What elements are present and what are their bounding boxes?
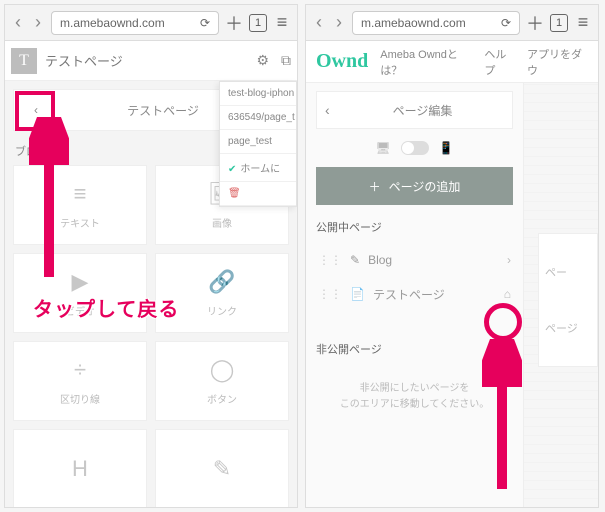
menu-icon[interactable]: ≡ <box>273 12 291 33</box>
new-tab-icon[interactable]: ＋ <box>526 10 544 36</box>
divider-icon: ÷ <box>74 357 86 383</box>
add-page-button[interactable]: ＋ ページの追加 <box>316 167 513 205</box>
tile-edit[interactable]: ✎ <box>155 429 289 508</box>
dropdown-delete[interactable]: 🗑 <box>220 182 296 206</box>
url-text: m.amebaownd.com <box>60 16 165 30</box>
trash-icon: 🗑 <box>228 188 241 199</box>
home-icon: ⌂ <box>504 287 511 301</box>
published-heading: 公開中ページ <box>316 219 513 235</box>
sidebar-title: ページ編集 <box>341 102 504 119</box>
nav-about[interactable]: Ameba Owndとは？ <box>380 46 472 78</box>
browser-chrome: ‹ › m.amebaownd.com ⟳ ＋ 1 ≡ <box>306 5 598 41</box>
annotation-arrow <box>482 339 522 499</box>
page-title: テストページ <box>45 51 248 70</box>
text-icon: ≡ <box>74 181 87 207</box>
link-icon: 🔗 <box>208 269 235 295</box>
dropdown-slug[interactable]: page_test <box>220 130 296 154</box>
tab-count[interactable]: 1 <box>550 14 568 32</box>
button-icon: ◯ <box>210 357 235 383</box>
heading-icon: H <box>72 456 88 482</box>
check-icon: ✔ <box>228 164 236 175</box>
page-icon: 📄 <box>350 287 365 301</box>
drag-icon[interactable]: ⋮⋮ <box>318 253 342 267</box>
device-toggle[interactable] <box>401 141 429 155</box>
nav-help[interactable]: ヘルプ <box>484 46 515 78</box>
browser-chrome: ‹ › m.amebaownd.com ⟳ ＋ 1 ≡ <box>5 5 297 41</box>
reload-icon[interactable]: ⟳ <box>200 16 210 30</box>
address-bar[interactable]: m.amebaownd.com ⟳ <box>352 11 520 35</box>
tile-heading[interactable]: H <box>13 429 147 508</box>
dropdown-home[interactable]: ✔ホームに <box>220 154 296 182</box>
preview-canvas: ペー ページ <box>524 83 598 507</box>
tab-count[interactable]: 1 <box>249 14 267 32</box>
block-grid: ≡テキスト 🖼画像 ▶ビデオ 🔗リンク ÷区切り線 ◯ボタン H ✎ <box>13 165 289 508</box>
tile-divider[interactable]: ÷区切り線 <box>13 341 147 421</box>
page-item-test[interactable]: ⋮⋮ 📄 テストページ ⌂ <box>316 277 513 311</box>
ownd-logo[interactable]: Ownd <box>316 50 368 73</box>
forward-icon[interactable]: › <box>332 12 346 33</box>
video-icon: ▶ <box>72 269 89 295</box>
page-type-icon: T <box>11 48 37 74</box>
sidebar-header: ‹ ページ編集 <box>316 91 513 129</box>
back-icon[interactable]: ‹ <box>312 12 326 33</box>
address-bar[interactable]: m.amebaownd.com ⟳ <box>51 11 219 35</box>
drag-icon[interactable]: ⋮⋮ <box>318 287 342 301</box>
sidebar: ‹ ページ編集 🖥 📱 ＋ ページの追加 公開中ページ ⋮⋮ ✎ Blog › … <box>306 83 524 507</box>
forward-icon[interactable]: › <box>31 12 45 33</box>
plus-icon: ＋ <box>369 178 381 195</box>
device-toggle-row: 🖥 📱 <box>316 141 513 155</box>
new-tab-icon[interactable]: ＋ <box>225 10 243 36</box>
editor-body: ‹ ページ編集 🖥 📱 ＋ ページの追加 公開中ページ ⋮⋮ ✎ Blog › … <box>306 83 598 507</box>
chevron-right-icon: › <box>507 253 511 267</box>
panel-back-button[interactable]: ‹ <box>24 98 48 122</box>
preview-card: ペー ページ <box>538 233 598 367</box>
dropdown-url1: test-blog-iphon <box>220 82 296 106</box>
page-header: T テストページ ⚙ ⧉ <box>5 41 297 81</box>
gear-icon[interactable]: ⚙ <box>256 52 269 69</box>
site-header: Ownd Ameba Owndとは？ ヘルプ アプリをダウ <box>306 41 598 83</box>
settings-dropdown: test-blog-iphon 636549/page_t page_test … <box>219 81 297 207</box>
annotation-text: タップして戻る <box>33 293 179 322</box>
reload-icon[interactable]: ⟳ <box>501 16 511 30</box>
page-label: テストページ <box>373 286 445 303</box>
page-label: Blog <box>368 253 392 267</box>
desktop-icon[interactable]: 🖥 <box>375 141 390 155</box>
url-text: m.amebaownd.com <box>361 16 466 30</box>
mobile-icon[interactable]: 📱 <box>439 141 454 155</box>
back-icon[interactable]: ‹ <box>11 12 25 33</box>
unpublished-empty-message: 非公開にしたいページを このエリアに移動してください。 <box>316 381 513 413</box>
dropdown-url2: 636549/page_t <box>220 106 296 130</box>
left-screenshot: ‹ › m.amebaownd.com ⟳ ＋ 1 ≡ T テストページ ⚙ ⧉… <box>4 4 298 508</box>
menu-icon[interactable]: ≡ <box>574 12 592 33</box>
page-icon: ✎ <box>350 253 360 267</box>
sidebar-back-button[interactable]: ‹ <box>325 102 341 118</box>
tile-text[interactable]: ≡テキスト <box>13 165 147 245</box>
unpublished-heading: 非公開ページ <box>316 341 513 357</box>
right-screenshot: ‹ › m.amebaownd.com ⟳ ＋ 1 ≡ Ownd Ameba O… <box>305 4 599 508</box>
nav-download[interactable]: アプリをダウ <box>527 46 588 78</box>
tile-button[interactable]: ◯ボタン <box>155 341 289 421</box>
page-item-blog[interactable]: ⋮⋮ ✎ Blog › <box>316 243 513 277</box>
external-link-icon[interactable]: ⧉ <box>281 52 291 69</box>
edit-icon: ✎ <box>213 456 231 482</box>
